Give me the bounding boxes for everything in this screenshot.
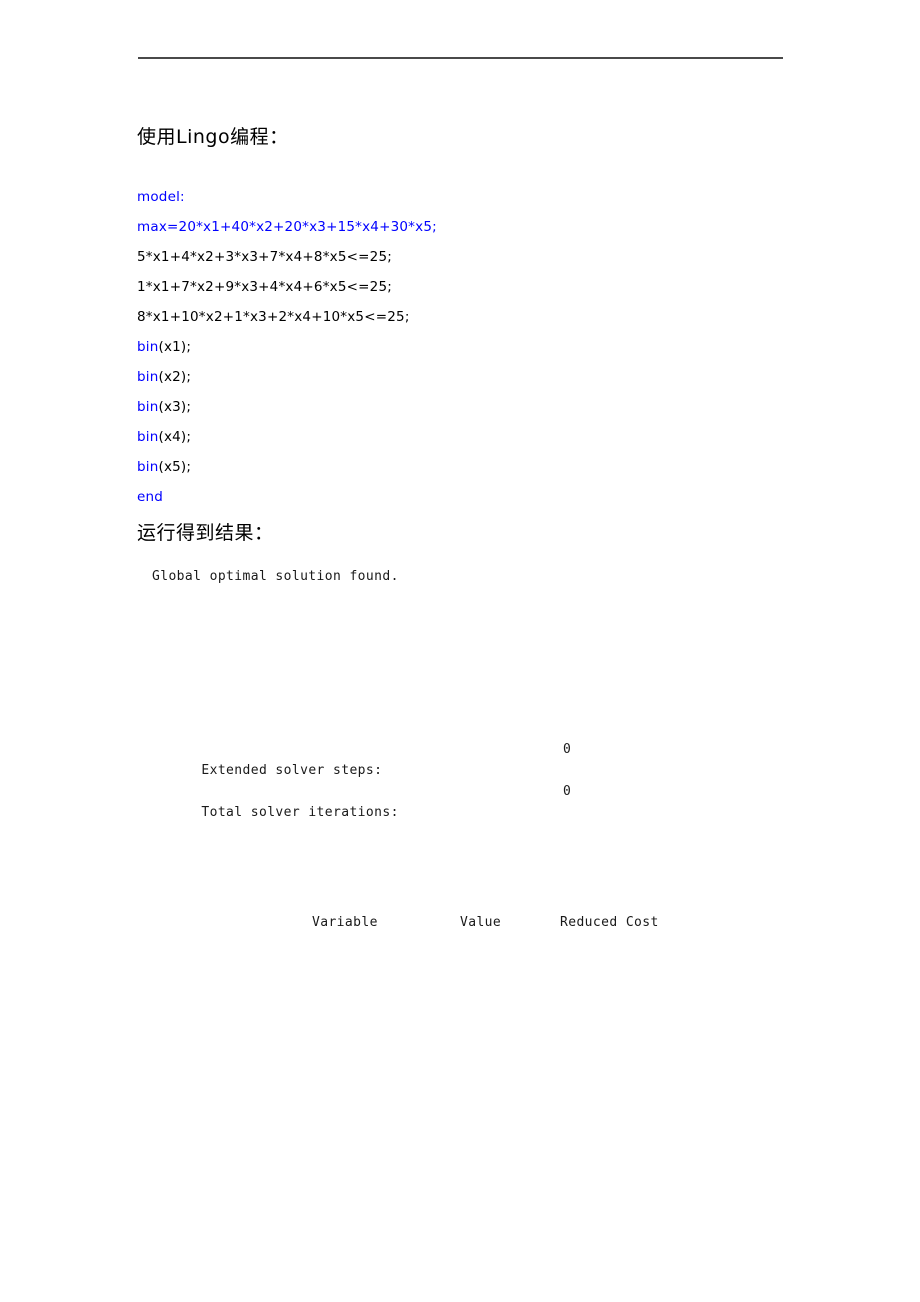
code-line-bin-x4: bin(x4);: [137, 422, 757, 452]
extended-solver-steps-row: Extended solver steps: 0: [152, 739, 852, 778]
bin-arg-x2: (x2);: [158, 369, 192, 385]
total-solver-iterations-value: 0: [563, 784, 572, 799]
page-title-code-section: 使用Lingo编程：: [137, 126, 289, 148]
column-header-value: Value: [460, 915, 502, 930]
lingo-code-block: model: max=20*x1+40*x2+20*x3+15*x4+30*x5…: [137, 182, 757, 512]
document-page: 使用Lingo编程： model: max=20*x1+40*x2+20*x3+…: [0, 0, 920, 1302]
bin-arg-x4: (x4);: [158, 429, 192, 445]
code-line-constraint-1: 5*x1+4*x2+3*x3+7*x4+8*x5<=25;: [137, 249, 392, 265]
table-header-row: Variable Value Reduced Cost: [152, 912, 852, 933]
code-line-model: model:: [137, 189, 185, 205]
lingo-keyword-bin: bin: [137, 429, 159, 445]
code-line-bin-x3: bin(x3);: [137, 392, 757, 422]
column-header-reduced-cost: Reduced Cost: [560, 915, 659, 930]
results-table: Variable Value Reduced Cost: [152, 912, 852, 933]
code-line-constraint-2: 1*x1+7*x2+9*x3+4*x4+6*x5<=25;: [137, 279, 392, 295]
code-line-constraint-3: 8*x1+10*x2+1*x3+2*x4+10*x5<=25;: [137, 309, 410, 325]
total-solver-iterations-row: Total solver iterations: 0: [152, 781, 852, 820]
bin-arg-x1: (x1);: [158, 339, 192, 355]
lingo-keyword-bin: bin: [137, 369, 159, 385]
page-title-result-section: 运行得到结果：: [137, 522, 274, 544]
lingo-keyword-bin: bin: [137, 399, 159, 415]
extended-solver-steps-value: 0: [563, 742, 572, 757]
code-line-bin-x2: bin(x2);: [137, 362, 757, 392]
output-blank-gap: [152, 587, 852, 739]
extended-solver-steps-label: Extended solver steps:: [201, 763, 383, 778]
solver-output-block: Global optimal solution found. Extended …: [152, 566, 852, 820]
code-line-bin-x1: bin(x1);: [137, 332, 757, 362]
bin-arg-x5: (x5);: [158, 459, 192, 475]
header-rule: [138, 57, 783, 59]
solver-status-line: Global optimal solution found.: [152, 569, 399, 584]
total-solver-iterations-label: Total solver iterations:: [201, 805, 399, 820]
lingo-keyword-bin: bin: [137, 459, 159, 475]
bin-arg-x3: (x3);: [158, 399, 192, 415]
code-line-end: end: [137, 489, 164, 505]
code-line-objective: max=20*x1+40*x2+20*x3+15*x4+30*x5;: [137, 219, 437, 235]
code-line-bin-x5: bin(x5);: [137, 452, 757, 482]
lingo-keyword-bin: bin: [137, 339, 159, 355]
column-header-variable: Variable: [312, 915, 378, 930]
